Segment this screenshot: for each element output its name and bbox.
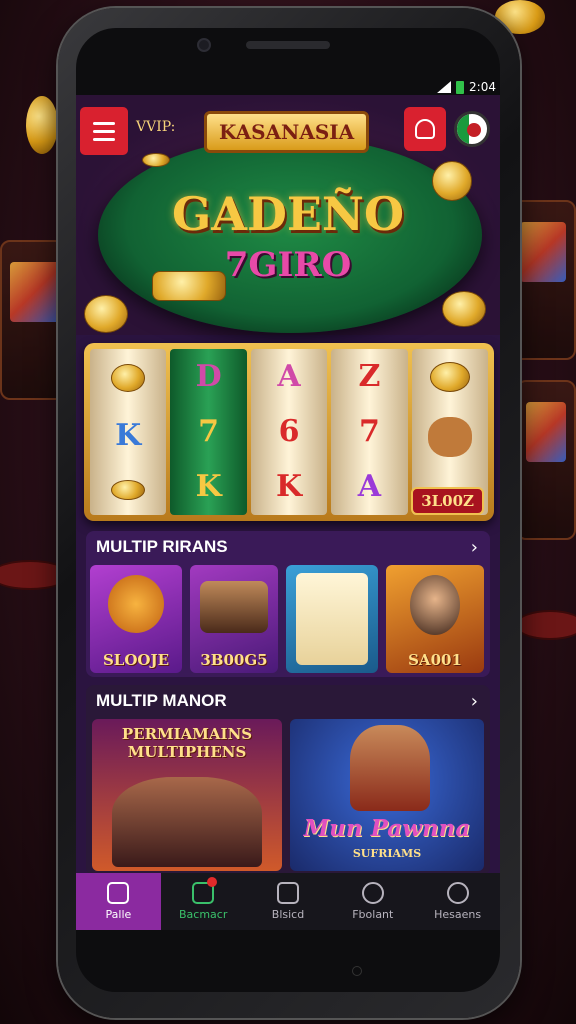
- tile-label: SLOOJE: [102, 651, 170, 669]
- coin-icon: [111, 480, 146, 501]
- reel-symbol: Z: [358, 358, 381, 394]
- hero-title: GADEÑO: [171, 187, 405, 241]
- nav-label: Hesaens: [434, 908, 482, 921]
- coin-icon: [142, 153, 170, 167]
- reel-symbol: K: [195, 469, 222, 505]
- section-title: MULTIP MANOR: [96, 691, 227, 710]
- battery-icon: [456, 80, 465, 94]
- reel-3: A 6 K: [250, 349, 328, 515]
- menu-button[interactable]: [80, 107, 128, 155]
- slot-machine[interactable]: K D 7 K A 6 K Z 7 A 3L00Z: [84, 343, 494, 521]
- tile-label: 3B00G5: [200, 651, 268, 669]
- home-icon: [107, 882, 130, 904]
- game-tile[interactable]: SLOOJE: [90, 565, 182, 673]
- bear-icon: [427, 416, 472, 457]
- reel-symbol: K: [115, 417, 142, 453]
- coin-icon: [111, 363, 146, 392]
- nav-item-home[interactable]: Palle: [76, 873, 161, 930]
- reel-1: K: [90, 349, 167, 515]
- players-icon: [112, 777, 262, 867]
- status-time: 2:04: [469, 80, 496, 94]
- nav-label: Bacmacr: [179, 908, 228, 921]
- game-tile[interactable]: SA001: [386, 565, 484, 673]
- game-section-1: MULTIP RIRANS › SLOOJE 3B00G5 SA001: [86, 531, 490, 677]
- characters-icon: [200, 581, 268, 633]
- fox-icon: [108, 575, 164, 633]
- hero-banner: VVIP: KASANASIA GADEÑO 7GIRO: [76, 95, 500, 335]
- nav-item-profile[interactable]: Hesaens: [415, 873, 500, 930]
- tile-subheadline: SUFRIAMS: [352, 847, 422, 860]
- card-game-icon: [296, 573, 368, 665]
- character-icon: [350, 725, 430, 811]
- reel-symbol: 7: [198, 413, 220, 449]
- tile-headline: PERMIAMAINS MULTIPHENS: [121, 725, 253, 761]
- gift-icon: [415, 119, 435, 139]
- nav-item-stats[interactable]: Bacmacr: [161, 873, 246, 930]
- coin-icon: [442, 291, 486, 327]
- portrait-icon: [410, 575, 460, 635]
- reel-symbol: 7: [358, 413, 380, 449]
- background-slot-machine: [516, 380, 576, 540]
- coin-icon: [429, 361, 470, 392]
- game-section-2: MULTIP MANOR › PERMIAMAINS MULTIPHENS Mu…: [86, 685, 490, 875]
- reel-symbol: 6: [278, 413, 300, 449]
- speaker-grille: [246, 41, 330, 49]
- reel-symbol: A: [357, 469, 382, 505]
- bottom-navigation: Palle Bacmacr Blsicd Fbolant Hesaens: [76, 873, 500, 930]
- chevron-right-icon[interactable]: ›: [471, 691, 478, 712]
- language-button[interactable]: [454, 111, 490, 147]
- nav-label: Fbolant: [352, 908, 394, 921]
- camera-icon: [197, 38, 211, 52]
- phone-bottom-bezel: [76, 930, 500, 992]
- game-tile[interactable]: [286, 565, 378, 673]
- game-tile[interactable]: 3B00G5: [190, 565, 278, 673]
- tile-label: SA001: [408, 651, 462, 669]
- promo-button[interactable]: [404, 107, 446, 151]
- reel-symbol: A: [277, 358, 301, 394]
- vip-label: VVIP:: [136, 119, 176, 135]
- tile-headline: Mun Pawnna: [303, 815, 471, 842]
- search-icon: [361, 882, 384, 904]
- nav-label: Blsicd: [271, 908, 305, 921]
- home-indicator: [352, 966, 362, 976]
- app-screen: VVIP: KASANASIA GADEÑO 7GIRO K D 7 K A 6…: [76, 95, 500, 930]
- win-amount-badge: 3L00Z: [411, 487, 484, 515]
- signal-icon: [437, 81, 452, 93]
- hero-subtitle: 7GIRO: [224, 245, 352, 285]
- card-icon: [276, 882, 299, 904]
- hamburger-icon: [93, 121, 115, 125]
- nav-label: Palle: [105, 908, 132, 921]
- chevron-right-icon[interactable]: ›: [471, 537, 478, 558]
- status-bar: 2:04: [396, 79, 496, 95]
- reel-4: Z 7 A: [331, 349, 408, 515]
- reel-symbol: D: [195, 358, 222, 394]
- game-tile[interactable]: Mun Pawnna SUFRIAMS: [290, 719, 484, 871]
- notification-badge: [206, 877, 217, 887]
- section-title: MULTIP RIRANS: [96, 537, 228, 556]
- background-coin: [26, 96, 58, 154]
- brand-logo: KASANASIA: [204, 111, 370, 153]
- reel-symbol: K: [275, 469, 303, 505]
- nav-item-cards[interactable]: Blsicd: [246, 873, 331, 930]
- user-icon: [446, 882, 469, 904]
- nav-item-search[interactable]: Fbolant: [330, 873, 415, 930]
- background-stool: [515, 610, 576, 640]
- reel-2: D 7 K: [170, 349, 247, 515]
- coin-icon: [84, 295, 128, 333]
- game-tile[interactable]: PERMIAMAINS MULTIPHENS: [92, 719, 282, 871]
